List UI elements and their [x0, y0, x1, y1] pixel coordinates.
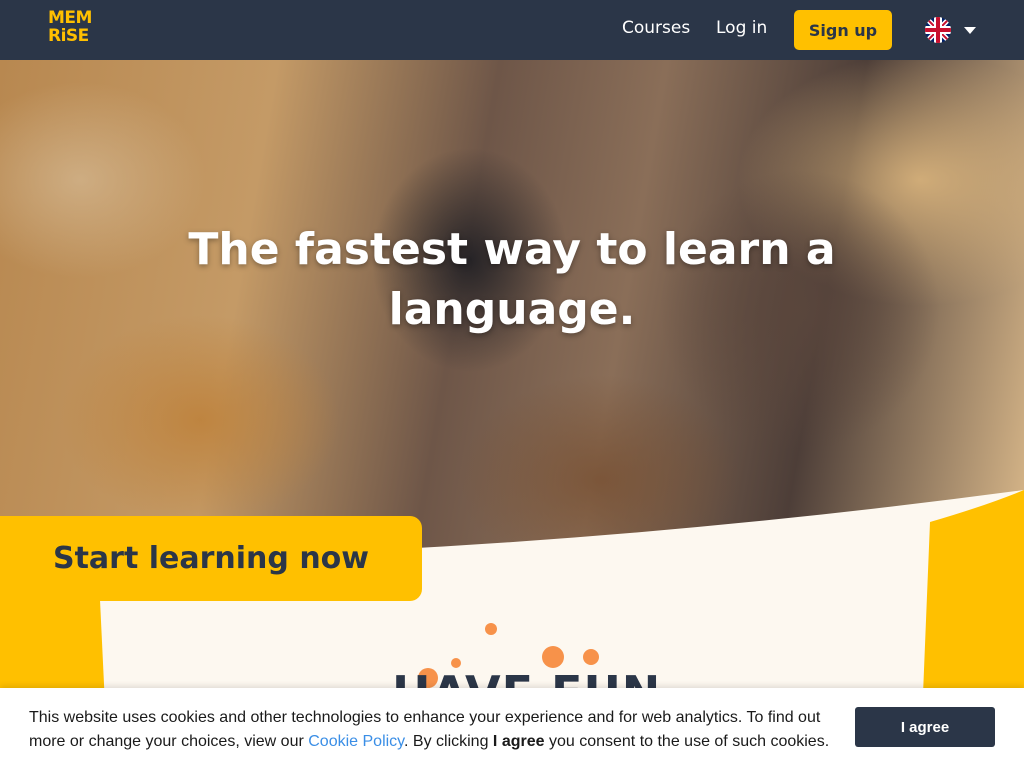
logo-line-2: RiSE: [48, 26, 89, 46]
decorative-dot: [485, 623, 497, 635]
decorative-dot: [542, 646, 564, 668]
cookie-policy-link[interactable]: Cookie Policy: [308, 733, 404, 750]
hero-banner: The fastest way to learn a language.: [0, 60, 1024, 560]
language-selector[interactable]: [925, 17, 977, 43]
agree-button[interactable]: I agree: [855, 707, 995, 747]
top-nav-bar: MEM RiSE Courses Log in Sign up: [0, 0, 1024, 60]
cookie-message: This website uses cookies and other tech…: [29, 706, 849, 754]
cookie-text-part: you consent to the use of such cookies.: [544, 733, 830, 750]
cookie-banner: This website uses cookies and other tech…: [0, 688, 1024, 768]
nav-login-link[interactable]: Log in: [716, 18, 767, 38]
cookie-text-part: . By clicking: [404, 733, 493, 750]
chevron-down-icon: [964, 27, 976, 34]
uk-flag-icon: [925, 17, 951, 43]
start-learning-button[interactable]: Start learning now: [0, 516, 422, 601]
cookie-text-bold: I agree: [492, 733, 545, 750]
nav-courses-link[interactable]: Courses: [622, 18, 690, 38]
hero-title: The fastest way to learn a language.: [188, 224, 836, 335]
logo-line-1: MEM: [48, 8, 92, 28]
signup-button[interactable]: Sign up: [794, 10, 892, 50]
memrise-logo[interactable]: MEM RiSE: [48, 8, 92, 46]
decorative-dot: [583, 649, 599, 665]
